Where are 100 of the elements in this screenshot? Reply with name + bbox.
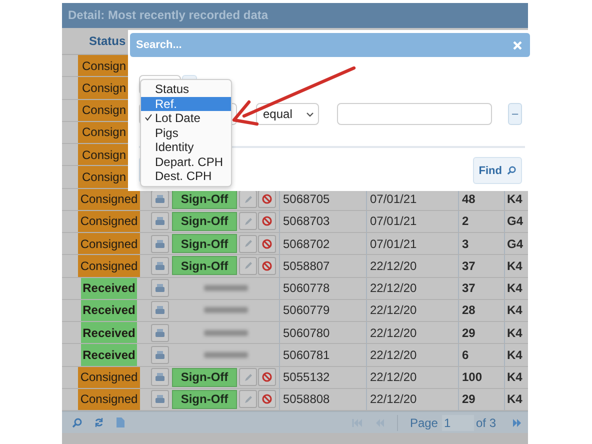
sign-off-button[interactable]: Sign-Off	[172, 234, 237, 254]
menu-item[interactable]: Pigs	[141, 126, 231, 140]
value-field[interactable]	[337, 103, 492, 125]
stop-icon	[262, 394, 272, 404]
page-count: of 3	[476, 416, 496, 430]
table-cell: 22/12/20	[366, 278, 458, 299]
refresh-icon[interactable]	[94, 417, 104, 428]
status-badge: Consigned	[78, 366, 140, 388]
close-icon[interactable]	[513, 40, 522, 50]
sign-off-button[interactable]: Sign-Off	[172, 390, 237, 409]
table-cell: G4	[504, 233, 528, 254]
table-cell: 5058808	[279, 388, 366, 410]
table-cell: 22/12/20	[366, 344, 458, 366]
print-button[interactable]	[151, 301, 169, 320]
dialog-title: Search...	[136, 39, 182, 51]
remove-button[interactable]: –	[508, 103, 522, 125]
cancel-button[interactable]	[258, 390, 276, 408]
print-button[interactable]	[151, 234, 169, 253]
print-button[interactable]	[151, 256, 169, 275]
cancel-button[interactable]	[258, 368, 276, 386]
cancel-button[interactable]	[258, 234, 276, 253]
sign-off-button[interactable]: Sign-Off	[172, 256, 237, 276]
cancel-button[interactable]	[258, 190, 276, 208]
status-badge: Consigned	[78, 233, 140, 254]
page-label: Page	[410, 416, 438, 430]
status-badge: Received	[81, 278, 137, 299]
pencil-icon	[244, 194, 252, 204]
print-button[interactable]	[151, 390, 169, 408]
table-cell: G4	[504, 210, 528, 232]
menu-item[interactable]: Depart. CPH	[141, 154, 231, 169]
printer-icon	[155, 328, 165, 338]
table-cell: 28	[458, 300, 504, 321]
column-header[interactable]: Status	[89, 34, 126, 48]
print-button[interactable]	[151, 190, 169, 208]
pencil-icon	[244, 239, 252, 248]
menu-item[interactable]: Lot Date	[141, 111, 231, 126]
panel-title: Detail: Most recently recorded data	[62, 3, 528, 28]
sign-off-button[interactable]: Sign-Off	[172, 368, 237, 387]
operator-select[interactable]: equal	[256, 103, 319, 125]
print-button[interactable]	[151, 368, 169, 386]
table-cell: K4	[504, 278, 528, 299]
blurred-text	[204, 307, 248, 314]
stop-icon	[262, 372, 272, 382]
print-button[interactable]	[151, 279, 169, 298]
edit-button[interactable]	[239, 256, 257, 275]
blurred-text	[204, 352, 248, 358]
status-badge: Consigned	[78, 388, 140, 410]
sign-off-button[interactable]: Sign-Off	[172, 212, 237, 231]
status-badge: Consigned	[78, 255, 140, 276]
table-cell: 22/12/20	[366, 300, 458, 321]
print-button[interactable]	[151, 324, 169, 342]
table-cell: 5068703	[279, 210, 366, 232]
status-badge: Consigned	[78, 210, 140, 232]
print-button[interactable]	[151, 346, 169, 364]
cancel-button[interactable]	[258, 256, 276, 275]
document-icon[interactable]	[116, 417, 125, 428]
next-page-icon[interactable]	[512, 418, 522, 426]
print-button[interactable]	[151, 212, 169, 230]
search-icon[interactable]	[72, 418, 82, 428]
printer-icon	[155, 216, 165, 226]
edit-button[interactable]	[239, 368, 257, 386]
menu-item[interactable]: Dest. CPH	[141, 169, 231, 184]
table-cell: 29	[458, 388, 504, 410]
table-cell: K4	[504, 255, 528, 276]
table-cell: 6	[458, 344, 504, 366]
table-cell: 22/12/20	[366, 366, 458, 388]
table-cell: 22/12/20	[366, 322, 458, 344]
table-cell: K4	[504, 322, 528, 344]
edit-button[interactable]	[239, 390, 257, 408]
table-cell: 37	[458, 255, 504, 276]
table-cell: 07/01/21	[366, 210, 458, 232]
cancel-button[interactable]	[258, 212, 276, 230]
menu-item[interactable]: Identity	[141, 140, 231, 154]
menu-item[interactable]: Status	[141, 82, 231, 96]
table-cell: 5055132	[279, 366, 366, 388]
pencil-icon	[244, 372, 252, 382]
edit-button[interactable]	[239, 190, 257, 208]
table-cell: 5060778	[279, 278, 366, 299]
blurred-text	[204, 285, 248, 292]
table-cell: 5068702	[279, 233, 366, 254]
table-cell: K4	[504, 366, 528, 388]
table-cell: 07/01/21	[366, 233, 458, 254]
pencil-icon	[244, 216, 252, 226]
table-cell: 5058807	[279, 255, 366, 276]
menu-item[interactable]: Ref.	[141, 96, 231, 111]
stop-icon	[262, 238, 272, 249]
check-icon	[145, 114, 152, 121]
table-cell: 29	[458, 322, 504, 344]
status-badge: Received	[81, 300, 137, 321]
table-cell: 37	[458, 278, 504, 299]
status-badge: Received	[81, 322, 137, 344]
search-icon	[507, 166, 516, 175]
printer-icon	[155, 260, 165, 271]
edit-button[interactable]	[239, 234, 257, 253]
table-cell: 5060780	[279, 322, 366, 344]
printer-icon	[155, 372, 165, 382]
find-button[interactable]: Find	[472, 157, 522, 184]
status-badge: Consigned	[78, 188, 140, 210]
stop-icon	[262, 194, 272, 204]
pencil-icon	[244, 261, 252, 270]
